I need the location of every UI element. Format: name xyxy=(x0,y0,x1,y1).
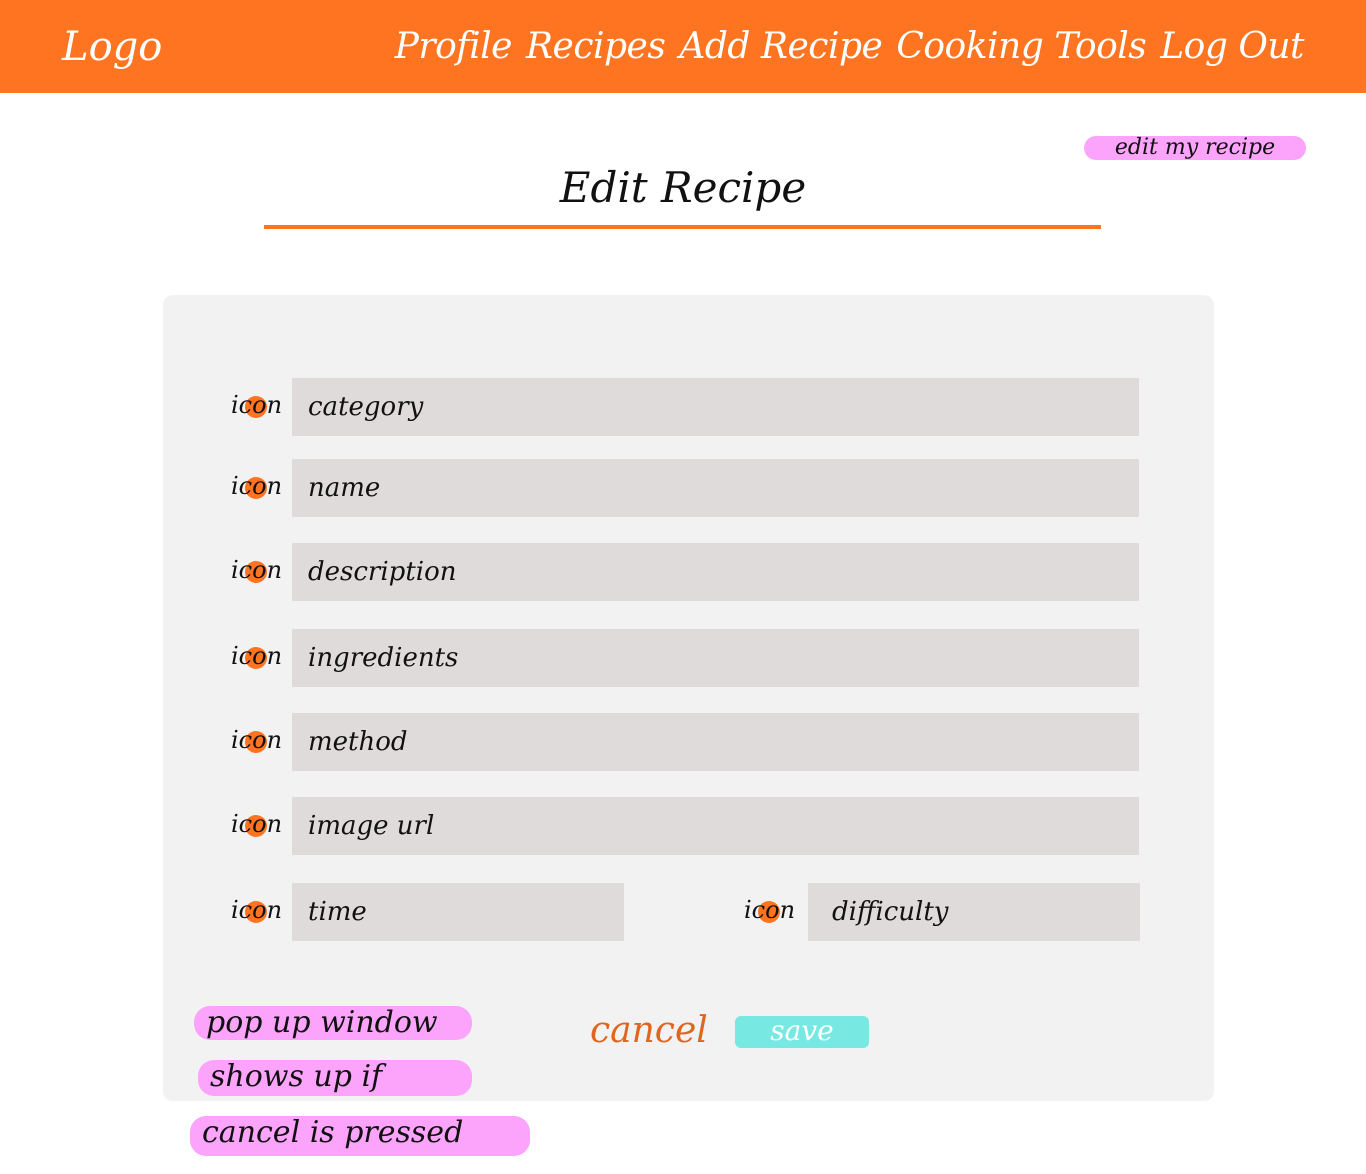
icon-label: icon xyxy=(231,556,283,584)
description-icon: icon xyxy=(231,543,291,601)
icon-label: icon xyxy=(231,810,283,838)
nav-item-profile[interactable]: Profile xyxy=(395,22,513,72)
description-field[interactable]: description xyxy=(292,543,1139,601)
method-icon: icon xyxy=(231,713,291,771)
image-url-field[interactable]: image url xyxy=(292,797,1139,855)
name-icon: icon xyxy=(231,459,291,517)
time-icon: icon xyxy=(231,883,291,941)
name-field[interactable]: name xyxy=(292,459,1139,517)
image-url-icon: icon xyxy=(231,797,291,855)
icon-label: icon xyxy=(231,642,283,670)
note-line-1: pop up window xyxy=(194,1006,472,1040)
ingredients-field[interactable]: ingredients xyxy=(292,629,1139,687)
nav-menu: Profile Recipes Add Recipe Cooking Tools… xyxy=(395,22,1305,72)
nav-item-recipes[interactable]: Recipes xyxy=(526,22,666,72)
icon-label: icon xyxy=(231,391,283,419)
time-field[interactable]: time xyxy=(292,883,624,941)
description-row: icon description xyxy=(231,543,1139,601)
note-line-3: cancel is pressed xyxy=(190,1116,530,1156)
difficulty-row: icon difficulty xyxy=(744,883,1140,941)
difficulty-field[interactable]: difficulty xyxy=(808,883,1140,941)
note-line-2: shows up if xyxy=(198,1060,472,1096)
image-url-row: icon image url xyxy=(231,797,1139,855)
name-row: icon name xyxy=(231,459,1139,517)
icon-label: icon xyxy=(231,726,283,754)
nav-item-cooking-tools[interactable]: Cooking Tools xyxy=(896,22,1146,72)
title-divider xyxy=(264,225,1101,229)
icon-label: icon xyxy=(231,896,283,924)
annotation-edit-my-recipe: edit my recipe xyxy=(1084,136,1306,160)
category-row: icon category xyxy=(231,378,1139,436)
method-field[interactable]: method xyxy=(292,713,1139,771)
difficulty-icon: icon xyxy=(744,883,804,941)
save-button[interactable]: save xyxy=(735,1016,869,1048)
ingredients-row: icon ingredients xyxy=(231,629,1139,687)
nav-item-add-recipe[interactable]: Add Recipe xyxy=(679,22,882,72)
logo[interactable]: Logo xyxy=(62,22,162,72)
method-row: icon method xyxy=(231,713,1139,771)
icon-label: icon xyxy=(744,896,796,924)
annotation-popup-note: pop up window shows up if cancel is pres… xyxy=(190,1004,535,1159)
icon-label: icon xyxy=(231,472,283,500)
ingredients-icon: icon xyxy=(231,629,291,687)
nav-item-log-out[interactable]: Log Out xyxy=(1160,22,1304,72)
time-row: icon time xyxy=(231,883,624,941)
page-title: Edit Recipe xyxy=(559,163,807,212)
cancel-button[interactable]: cancel xyxy=(590,1008,708,1054)
category-field[interactable]: category xyxy=(292,378,1139,436)
category-icon: icon xyxy=(231,378,291,436)
top-navbar: Logo Profile Recipes Add Recipe Cooking … xyxy=(0,0,1366,93)
